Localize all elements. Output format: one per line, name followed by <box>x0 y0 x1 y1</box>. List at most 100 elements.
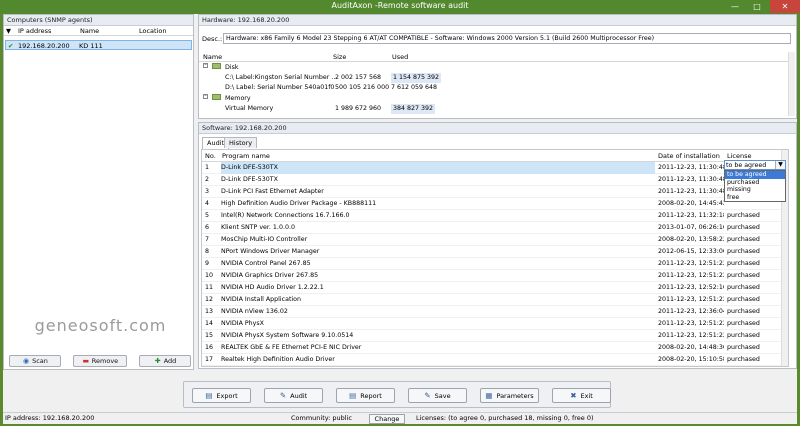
row-number: 11 <box>205 284 214 291</box>
row-number: 2 <box>205 176 210 183</box>
program-name: High Definition Audio Driver Package - K… <box>221 200 377 207</box>
save-button[interactable]: ✎ Save <box>408 388 467 403</box>
license-value: purchased <box>727 296 760 303</box>
software-row[interactable]: 15 NVIDIA PhysX System Software 9.10.0514… <box>202 330 788 342</box>
software-row[interactable]: 2 D-Link DFE-530TX 2011-12-23, 11:30:48 <box>202 174 788 186</box>
scan-icon: ◉ <box>23 357 30 365</box>
status-bar: IP address: 192.168.20.200 Community: pu… <box>3 412 797 424</box>
row-number: 10 <box>205 272 214 279</box>
software-row[interactable]: 4 High Definition Audio Driver Package - … <box>202 198 788 210</box>
memory-name: Virtual Memory <box>225 105 274 112</box>
software-row[interactable]: 8 NPort Windows Driver Manager 2012-06-15,… <box>202 246 788 258</box>
window-title: AuditAxon -Remote software audit <box>331 1 469 10</box>
hardware-column-header: Name Size Used <box>199 52 789 62</box>
software-row[interactable]: 12 NVIDIA Install Application 2011-12-23, … <box>202 294 788 306</box>
license-dropdown[interactable]: to be agreed purchased missing free <box>724 170 786 202</box>
filter-icon[interactable]: ▼ <box>6 26 11 36</box>
install-date: 2011-12-23, 11:30:48 <box>658 188 724 195</box>
hardware-scrollbar[interactable] <box>788 52 795 116</box>
col-hw-name[interactable]: Name <box>203 52 222 62</box>
license-option[interactable]: free <box>725 194 785 202</box>
software-row[interactable]: 1 D-Link DFE-530TX2011-12-23, 11:30:48to … <box>202 162 788 174</box>
software-row[interactable]: 5 Intel(R) Network Connections 16.7.166.0… <box>202 210 788 222</box>
software-row[interactable]: 16 REALTEK GbE & FE Ethernet PCI-E NIC Dr… <box>202 342 788 354</box>
chevron-down-icon[interactable]: ▼ <box>775 161 785 169</box>
col-name[interactable]: Name <box>80 26 99 36</box>
license-option[interactable]: to be agreed <box>725 171 785 179</box>
license-value: purchased <box>727 320 760 327</box>
col-hw-size[interactable]: Size <box>333 52 346 62</box>
export-button[interactable]: ▤ Export <box>192 388 251 403</box>
row-number: 7 <box>205 236 210 243</box>
computer-name: KD 111 <box>79 42 103 50</box>
license-value: purchased <box>727 248 760 255</box>
memory-label: Memory <box>225 95 251 102</box>
disk-row[interactable]: C:\ Label:Kingston Serial Number ... 2 0… <box>199 73 789 83</box>
software-row[interactable]: 3 D-Link PCI Fast Ethernet Adapter 2011-12… <box>202 186 788 198</box>
software-row[interactable]: 6 Klient SNTP ver. 1.0.0.0 2013-01-07, 06:… <box>202 222 788 234</box>
program-name: NVIDIA PhysX System Software 9.10.0514 <box>221 332 354 339</box>
software-row[interactable]: 7 MosChip Multi-IO Controller 2008-02-20, … <box>202 234 788 246</box>
exit-button[interactable]: ✖ Exit <box>552 388 611 403</box>
license-value: purchased <box>727 260 760 267</box>
col-ip[interactable]: IP address <box>18 26 51 36</box>
license-value: purchased <box>727 236 760 243</box>
desc-field[interactable]: Hardware: x86 Family 6 Model 23 Stepping… <box>223 33 791 44</box>
row-number: 9 <box>205 260 210 267</box>
program-name: REALTEK GbE & FE Ethernet PCI-E NIC Driv… <box>221 344 362 351</box>
row-number: 15 <box>205 332 214 339</box>
program-name: Intel(R) Network Connections 16.7.166.0 <box>221 212 350 219</box>
memory-group[interactable]: – Memory <box>199 94 789 104</box>
install-date: 2013-01-07, 06:26:16 <box>658 224 724 231</box>
install-date: 2011-12-23, 12:51:22 <box>658 260 724 267</box>
program-name: Klient SNTP ver. 1.0.0.0 <box>221 224 295 231</box>
install-date: 2011-12-23, 12:51:22 <box>658 272 724 279</box>
disk-row[interactable]: D:\ Label: Serial Number 540a01f0 500 10… <box>199 83 789 93</box>
install-date: 2011-12-23, 11:30:48 <box>658 164 724 171</box>
license-select[interactable]: to be agreed ▼ <box>724 160 786 170</box>
parameters-button[interactable]: ▦ Parameters <box>480 388 539 403</box>
software-row[interactable]: 11 NVIDIA HD Audio Driver 1.2.22.1 2011-12… <box>202 282 788 294</box>
row-number: 17 <box>205 356 214 363</box>
software-row[interactable]: 9 NVIDIA Control Panel 267.85 2011-12-23, … <box>202 258 788 270</box>
license-option[interactable]: purchased <box>725 179 785 187</box>
program-name: Realtek High Definition Audio Driver <box>221 356 335 363</box>
computer-ip: 192.168.20.200 <box>18 42 70 50</box>
watermark: geneosoft.com <box>34 316 167 335</box>
maximize-button[interactable]: □ <box>746 0 768 13</box>
row-number: 13 <box>205 308 214 315</box>
bottom-toolbar: ▤ Export ✎ Audit ▤ Report ✎ Save ▦ Parameters… <box>183 381 611 408</box>
install-date: 2011-12-23, 12:51:22 <box>658 296 724 303</box>
software-row[interactable]: 13 NVIDIA nView 136.02 2011-12-23, 12:36:0… <box>202 306 788 318</box>
license-select-value: to be agreed <box>726 162 767 169</box>
remove-button[interactable]: ▬ Remove <box>73 355 127 367</box>
memory-row[interactable]: Virtual Memory 1 989 672 960 384 827 392 <box>199 104 789 114</box>
tab-history[interactable]: History <box>224 137 258 148</box>
scan-button[interactable]: ◉ Scan <box>9 355 61 367</box>
report-button[interactable]: ▤ Report <box>336 388 395 403</box>
program-name: NVIDIA Install Application <box>221 296 302 303</box>
change-button[interactable]: Change <box>369 414 405 424</box>
add-button[interactable]: ✚ Add <box>139 355 191 367</box>
col-hw-used[interactable]: Used <box>392 52 408 62</box>
col-location[interactable]: Location <box>139 26 167 36</box>
software-row[interactable]: 14 NVIDIA PhysX 2011-12-23, 12:51:22 purcha… <box>202 318 788 330</box>
computer-row[interactable]: ✔ 192.168.20.200 KD 111 <box>5 40 192 50</box>
hardware-header: Hardware: 192.168.20.200 <box>199 15 796 26</box>
software-header: Software: 192.168.20.200 <box>199 123 796 134</box>
program-name: NVIDIA Control Panel 267.85 <box>221 260 311 267</box>
title-bar: AuditAxon -Remote software audit — □ ✕ <box>0 0 800 14</box>
disk-size: 2 002 157 568 <box>335 74 382 81</box>
program-name: NPort Windows Driver Manager <box>221 248 320 255</box>
audit-button[interactable]: ✎ Audit <box>264 388 323 403</box>
disk-group[interactable]: – Disk <box>199 63 789 73</box>
minimize-button[interactable]: — <box>724 0 746 13</box>
audit-icon: ✎ <box>279 391 287 400</box>
close-button[interactable]: ✕ <box>770 0 800 13</box>
computers-header: Computers (SNMP agents) <box>4 15 193 26</box>
parameters-icon: ▦ <box>485 391 493 400</box>
software-row[interactable]: 10 NVIDIA Graphics Driver 267.85 2011-12-2… <box>202 270 788 282</box>
program-name: NVIDIA PhysX <box>221 320 264 327</box>
license-option[interactable]: missing <box>725 186 785 194</box>
software-row[interactable]: 17 Realtek High Definition Audio Driver 20… <box>202 354 788 366</box>
